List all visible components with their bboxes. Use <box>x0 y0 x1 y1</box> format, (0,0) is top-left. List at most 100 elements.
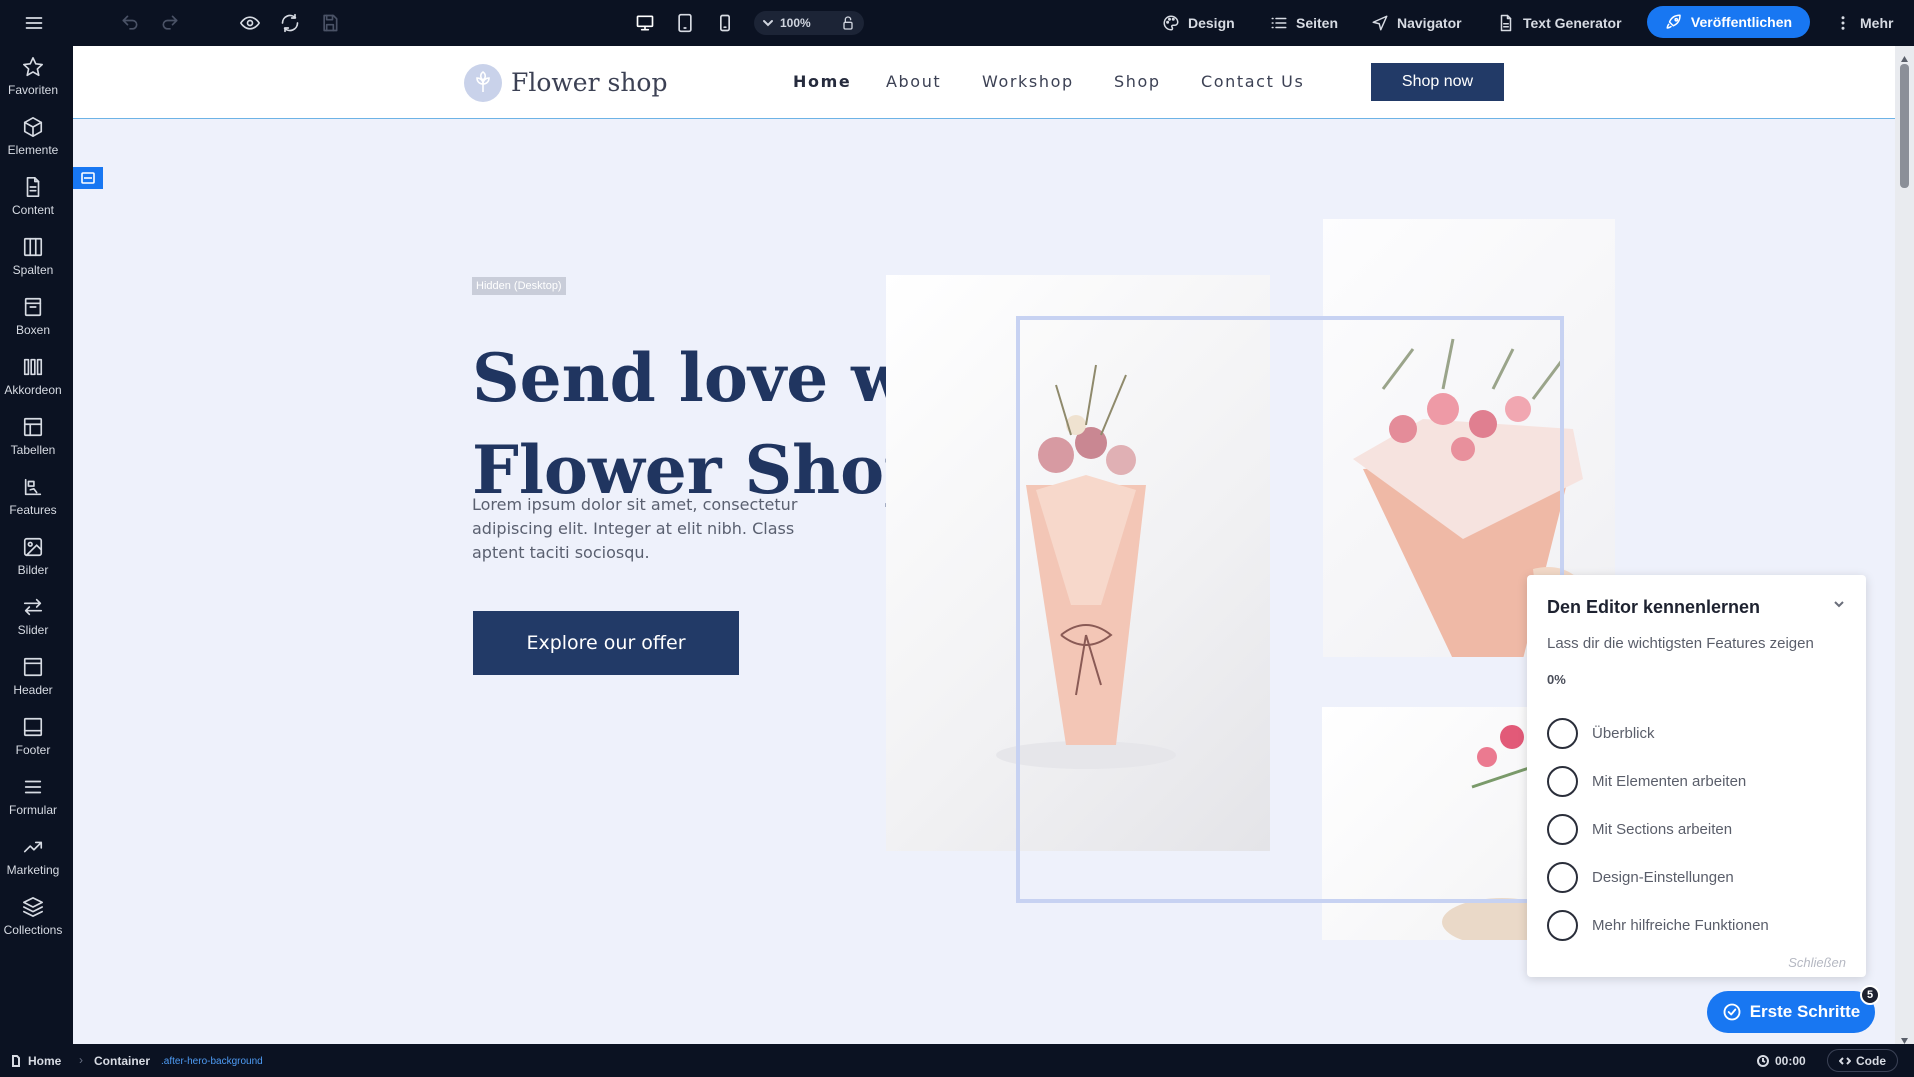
first-steps-count-badge: 5 <box>1860 985 1880 1005</box>
header-icon <box>23 657 43 677</box>
nav-link-home[interactable]: Home <box>793 72 851 91</box>
sidebar-item-content[interactable]: Content <box>0 176 66 232</box>
design-button[interactable]: Design <box>1162 10 1235 36</box>
sidebar-item-label: Spalten <box>12 263 54 277</box>
hero-description[interactable]: Lorem ipsum dolor sit amet, consectetur … <box>472 493 822 565</box>
zoom-control[interactable]: 100% <box>754 11 864 35</box>
lock-icon[interactable] <box>840 15 856 31</box>
sidebar-item-favoriten[interactable]: Favoriten <box>0 56 66 112</box>
step-checkbox[interactable] <box>1547 717 1578 749</box>
zoom-value: 100% <box>780 16 811 30</box>
flower-logo-icon[interactable] <box>464 64 502 102</box>
list-icon <box>1271 17 1287 29</box>
scroll-down-arrow-icon[interactable] <box>1900 1032 1909 1044</box>
nav-link-workshop[interactable]: Workshop <box>982 72 1074 91</box>
sidebar-item-marketing[interactable]: Marketing <box>0 836 66 892</box>
sidebar-item-header[interactable]: Header <box>0 656 66 712</box>
sidebar-item-label: Formular <box>8 803 57 817</box>
tablet-view-icon[interactable] <box>673 11 697 35</box>
code-button[interactable]: Code <box>1827 1049 1898 1072</box>
sidebar-item-elemente[interactable]: Elemente <box>0 116 66 172</box>
nav-link-shop[interactable]: Shop <box>1114 72 1161 91</box>
table-icon <box>23 417 43 437</box>
sidebar-item-formular[interactable]: Formular <box>0 776 66 832</box>
onboarding-title: Den Editor kennenlernen <box>1547 597 1761 617</box>
step-checkbox[interactable] <box>1547 813 1578 845</box>
sidebar-item-features[interactable]: Features <box>0 476 66 532</box>
sidebar-item-label: Footer <box>15 743 51 757</box>
sidebar-item-collections[interactable]: Collections <box>0 896 66 952</box>
hamburger-menu-icon[interactable] <box>22 11 46 35</box>
onboarding-subtitle: Lass dir die wichtigsten Features zeigen <box>1547 635 1814 652</box>
chevron-down-icon <box>763 20 773 27</box>
pages-button[interactable]: Seiten <box>1270 10 1338 36</box>
step-label: Mehr hilfreiche Funktionen <box>1592 916 1769 934</box>
scroll-up-arrow-icon[interactable] <box>1900 50 1909 62</box>
redo-icon[interactable] <box>158 11 182 35</box>
shop-now-button[interactable]: Shop now <box>1371 63 1504 101</box>
nav-link-about[interactable]: About <box>886 72 941 91</box>
site-logo-text[interactable]: Flower shop <box>511 68 667 97</box>
sidebar-item-tabellen[interactable]: Tabellen <box>0 416 66 472</box>
sidebar-item-slider[interactable]: Slider <box>0 596 66 652</box>
first-steps-label: Erste Schritte <box>1749 1002 1861 1021</box>
onboarding-step[interactable]: Mehr hilfreiche Funktionen <box>1547 909 1847 941</box>
save-icon[interactable] <box>318 11 342 35</box>
star-icon <box>23 57 43 77</box>
onboarding-step[interactable]: Design-Einstellungen <box>1547 861 1847 893</box>
first-steps-button[interactable]: Erste Schritte <box>1707 991 1875 1033</box>
form-icon <box>24 780 42 794</box>
step-checkbox[interactable] <box>1547 861 1578 893</box>
container-settings-icon[interactable] <box>73 167 103 189</box>
explore-offer-button[interactable]: Explore our offer <box>473 611 739 675</box>
sidebar-item-akkordeon[interactable]: Akkordeon <box>0 356 66 412</box>
scrollbar-thumb[interactable] <box>1900 64 1909 188</box>
text-generator-button[interactable]: Text Generator <box>1497 10 1622 36</box>
onboarding-close-link[interactable]: Schließen <box>1788 955 1846 970</box>
step-label: Mit Sections arbeiten <box>1592 820 1733 838</box>
code-icon <box>1839 1056 1851 1065</box>
step-checkbox[interactable] <box>1547 765 1578 797</box>
desktop-view-icon[interactable] <box>633 11 657 35</box>
sidebar-item-boxen[interactable]: Boxen <box>0 296 66 352</box>
trending-icon <box>23 841 43 853</box>
more-vertical-icon <box>1841 16 1845 30</box>
chevron-down-icon[interactable] <box>1832 597 1848 613</box>
accordion-icon <box>23 358 43 376</box>
more-button[interactable]: Mehr <box>1834 10 1893 36</box>
onboarding-step[interactable]: Mit Elementen arbeiten <box>1547 765 1847 797</box>
hidden-desktop-badge: Hidden (Desktop) <box>472 277 566 295</box>
code-label: Code <box>1856 1053 1886 1068</box>
breadcrumb-container[interactable]: Container <box>94 1054 150 1068</box>
text-generator-label: Text Generator <box>1523 15 1622 31</box>
sidebar-item-bilder[interactable]: Bilder <box>0 536 66 592</box>
mobile-view-icon[interactable] <box>713 11 737 35</box>
site-navigation[interactable]: Flower shop Home About Workshop Shop Con… <box>73 46 1895 118</box>
undo-icon[interactable] <box>118 11 142 35</box>
sidebar-item-label: Favoriten <box>7 83 59 97</box>
sidebar-item-label: Tabellen <box>10 443 56 457</box>
onboarding-step[interactable]: Mit Sections arbeiten <box>1547 813 1847 845</box>
step-label: Design-Einstellungen <box>1592 868 1734 886</box>
sidebar-item-label: Elemente <box>7 143 59 157</box>
step-checkbox[interactable] <box>1547 909 1578 941</box>
nav-link-contact[interactable]: Contact Us <box>1201 72 1304 91</box>
publish-button[interactable]: Veröffentlichen <box>1647 6 1810 38</box>
editor-window: 100% Design Seiten Navigator Text Genera… <box>0 0 1914 1077</box>
navigator-button[interactable]: Navigator <box>1371 10 1462 36</box>
breadcrumb-home[interactable]: Home <box>10 1054 61 1068</box>
canvas-scrollbar[interactable] <box>1895 46 1914 1044</box>
decorative-frame <box>1016 316 1564 903</box>
box-icon <box>24 297 42 317</box>
sidebar-item-footer[interactable]: Footer <box>0 716 66 772</box>
footer-icon <box>23 717 43 737</box>
refresh-icon[interactable] <box>278 11 302 35</box>
slider-icon <box>23 598 43 616</box>
file-text-icon <box>1500 14 1512 32</box>
onboarding-step[interactable]: Überblick <box>1547 717 1847 749</box>
sidebar-item-spalten[interactable]: Spalten <box>0 236 66 292</box>
image-icon <box>23 537 43 557</box>
preview-eye-icon[interactable] <box>238 11 262 35</box>
sidebar-item-label: Features <box>9 503 57 517</box>
breadcrumb-class[interactable]: .after-hero-background <box>161 1056 263 1067</box>
